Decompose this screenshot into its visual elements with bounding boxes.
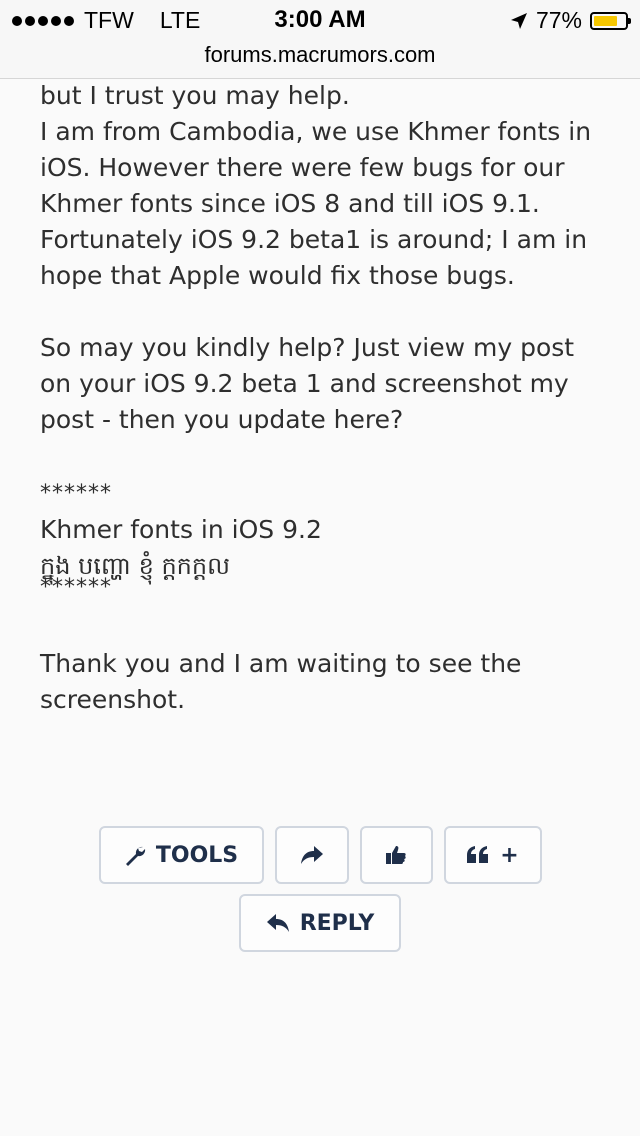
post-line: Fortunately iOS 9.2 beta1 is around; I a… bbox=[40, 225, 588, 290]
post-body: but I trust you may help. I am from Camb… bbox=[40, 78, 610, 718]
status-bar: TFW LTE 3:00 AM 77% bbox=[0, 0, 640, 40]
battery-icon bbox=[590, 11, 631, 30]
tools-button[interactable]: TOOLS bbox=[98, 826, 264, 884]
post-line: Khmer fonts in iOS 9.2 bbox=[40, 515, 322, 544]
like-button[interactable] bbox=[359, 826, 433, 884]
post-line: I am from Cambodia, we use Khmer fonts i… bbox=[40, 117, 592, 218]
reply-arrow-icon bbox=[266, 914, 289, 932]
post-line: but I trust you may help. bbox=[40, 81, 350, 110]
post-separator: ****** bbox=[40, 481, 112, 506]
share-button[interactable] bbox=[274, 826, 349, 884]
url-bar[interactable]: forums.macrumors.com bbox=[0, 40, 640, 79]
battery-percent: 77% bbox=[535, 7, 582, 33]
share-arrow-icon bbox=[300, 846, 323, 864]
reply-button[interactable]: REPLY bbox=[239, 894, 401, 952]
status-right: 77% bbox=[510, 7, 631, 34]
post-line: So may you kindly help? Just view my pos… bbox=[40, 333, 575, 434]
wrench-icon bbox=[125, 846, 145, 866]
multiquote-button[interactable]: + bbox=[443, 826, 542, 884]
post-line: Thank you and I am waiting to see the sc… bbox=[40, 649, 522, 714]
location-arrow-icon bbox=[510, 12, 527, 29]
thumbs-up-icon bbox=[386, 846, 406, 864]
post-actions: TOOLS + bbox=[0, 826, 640, 884]
quote-icon bbox=[467, 846, 489, 863]
url-domain: forums.macrumors.com bbox=[204, 42, 436, 67]
reply-actions: REPLY bbox=[0, 894, 640, 952]
tools-label: TOOLS bbox=[155, 842, 239, 868]
reply-label: REPLY bbox=[299, 910, 375, 936]
multiquote-plus: + bbox=[500, 842, 519, 868]
battery-fill bbox=[594, 15, 618, 26]
